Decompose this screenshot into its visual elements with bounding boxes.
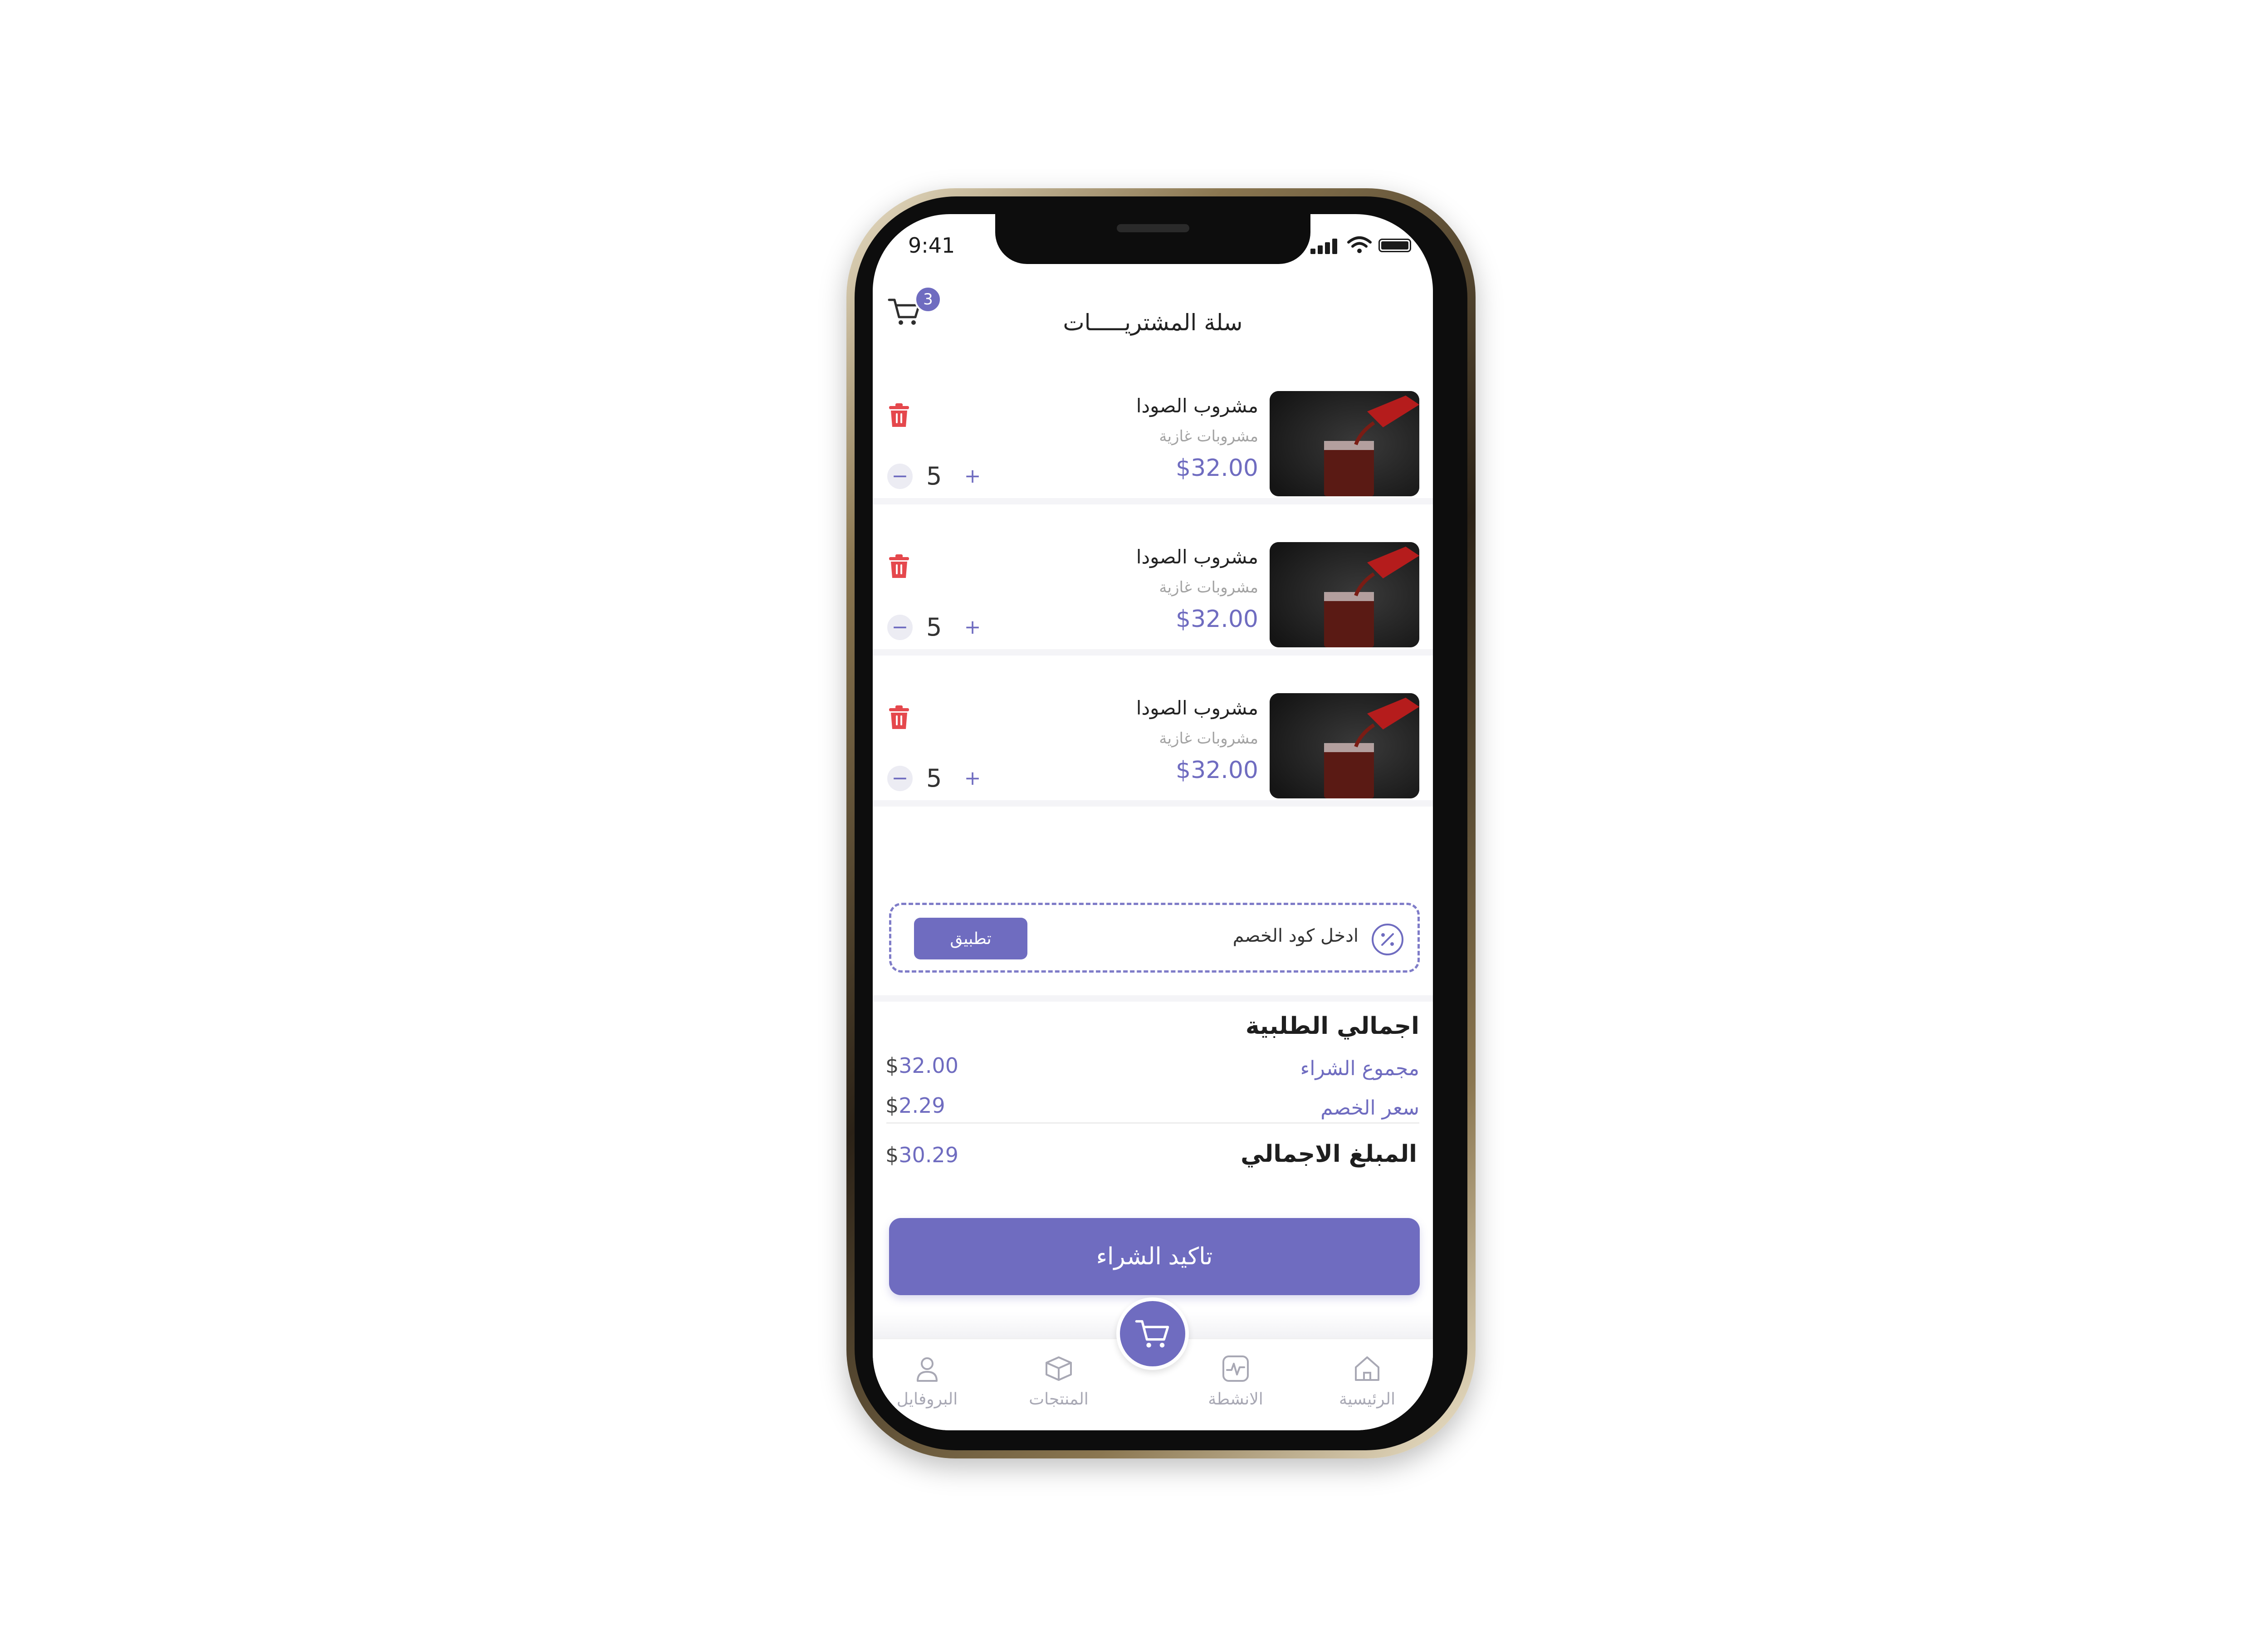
nav-item-profile[interactable]: البروفايل bbox=[873, 1353, 982, 1409]
phone-frame: 9:41 3 سلة المشتريـــــات مشروب الصودا م… bbox=[846, 188, 1476, 1458]
item-name: مشروب الصودا bbox=[1136, 697, 1258, 719]
wifi-icon bbox=[1347, 236, 1372, 253]
decrease-quantity-button[interactable]: − bbox=[887, 766, 913, 791]
item-category: مشروبات غازية bbox=[1159, 427, 1258, 445]
cart-item: مشروب الصودا مشروبات غازية $32.00 − 5 + bbox=[873, 519, 1433, 656]
nav-item-activities[interactable]: الانشطة bbox=[1181, 1353, 1290, 1409]
item-price: $32.00 bbox=[1176, 455, 1258, 482]
cart-item: مشروب الصودا مشروبات غازية $32.00 − 5 + bbox=[873, 670, 1433, 807]
discount-label: سعر الخصم bbox=[1320, 1096, 1419, 1120]
subtotal-label: مجموع الشراء bbox=[1300, 1057, 1419, 1080]
nav-item-products[interactable]: المنتجات bbox=[1004, 1353, 1113, 1409]
cart-fab-button[interactable] bbox=[1116, 1297, 1189, 1370]
delete-icon[interactable] bbox=[888, 553, 910, 579]
decrease-quantity-button[interactable]: − bbox=[887, 464, 913, 489]
app-screen: 9:41 3 سلة المشتريـــــات مشروب الصودا م… bbox=[873, 214, 1433, 1430]
item-category: مشروبات غازية bbox=[1159, 729, 1258, 748]
subtotal-value: $32.00 bbox=[885, 1053, 958, 1078]
increase-quantity-button[interactable]: + bbox=[960, 615, 985, 640]
discount-value: $2.29 bbox=[885, 1093, 945, 1118]
quantity-value: 5 bbox=[926, 462, 942, 490]
summary-divider bbox=[886, 1122, 1419, 1124]
box-icon bbox=[1046, 1356, 1072, 1381]
page-title: سلة المشتريـــــات bbox=[1063, 309, 1243, 336]
confirm-purchase-button[interactable]: تاكيد الشراء bbox=[889, 1218, 1420, 1295]
activity-icon bbox=[1222, 1355, 1249, 1382]
nav-item-home[interactable]: الرئيسية bbox=[1313, 1353, 1422, 1409]
item-category: مشروبات غازية bbox=[1159, 578, 1258, 597]
increase-quantity-button[interactable]: + bbox=[960, 766, 985, 791]
discount-code-field[interactable]: تطبيق ادخل كود الخصم bbox=[889, 903, 1420, 973]
order-summary-title: اجمالي الطلبية bbox=[1245, 1013, 1419, 1040]
product-image bbox=[1270, 542, 1419, 647]
quantity-value: 5 bbox=[926, 613, 942, 641]
delete-icon[interactable] bbox=[888, 402, 910, 428]
nav-label: المنتجات bbox=[1029, 1390, 1089, 1409]
quantity-value: 5 bbox=[926, 764, 942, 793]
item-name: مشروب الصودا bbox=[1136, 395, 1258, 417]
cart-count-badge: 3 bbox=[914, 286, 942, 313]
decrease-quantity-button[interactable]: − bbox=[887, 615, 913, 640]
discount-code-placeholder: ادخل كود الخصم bbox=[1232, 925, 1359, 946]
item-name: مشروب الصودا bbox=[1136, 546, 1258, 568]
product-image bbox=[1270, 391, 1419, 496]
total-label: المبلغ الاجمالي bbox=[1241, 1140, 1417, 1168]
status-icons bbox=[1310, 236, 1415, 254]
product-image bbox=[1270, 693, 1419, 798]
item-price: $32.00 bbox=[1176, 757, 1258, 784]
increase-quantity-button[interactable]: + bbox=[960, 464, 985, 489]
nav-label: الرئيسية bbox=[1339, 1390, 1395, 1409]
phone-notch bbox=[995, 214, 1310, 264]
cart-item: مشروب الصودا مشروبات غازية $32.00 − 5 + bbox=[873, 368, 1433, 504]
item-price: $32.00 bbox=[1176, 606, 1258, 633]
battery-icon bbox=[1378, 239, 1411, 252]
cart-icon bbox=[1135, 1320, 1169, 1348]
home-icon bbox=[1355, 1356, 1379, 1381]
section-divider bbox=[873, 995, 1433, 1002]
status-time: 9:41 bbox=[908, 233, 955, 258]
delete-icon[interactable] bbox=[888, 705, 910, 730]
percent-icon bbox=[1372, 924, 1403, 955]
nav-label: البروفايل bbox=[896, 1390, 958, 1409]
nav-label: الانشطة bbox=[1208, 1390, 1263, 1409]
total-value: $30.29 bbox=[885, 1143, 958, 1167]
speaker-grille bbox=[1116, 224, 1189, 232]
user-icon bbox=[917, 1357, 938, 1382]
apply-discount-button[interactable]: تطبيق bbox=[914, 918, 1027, 959]
